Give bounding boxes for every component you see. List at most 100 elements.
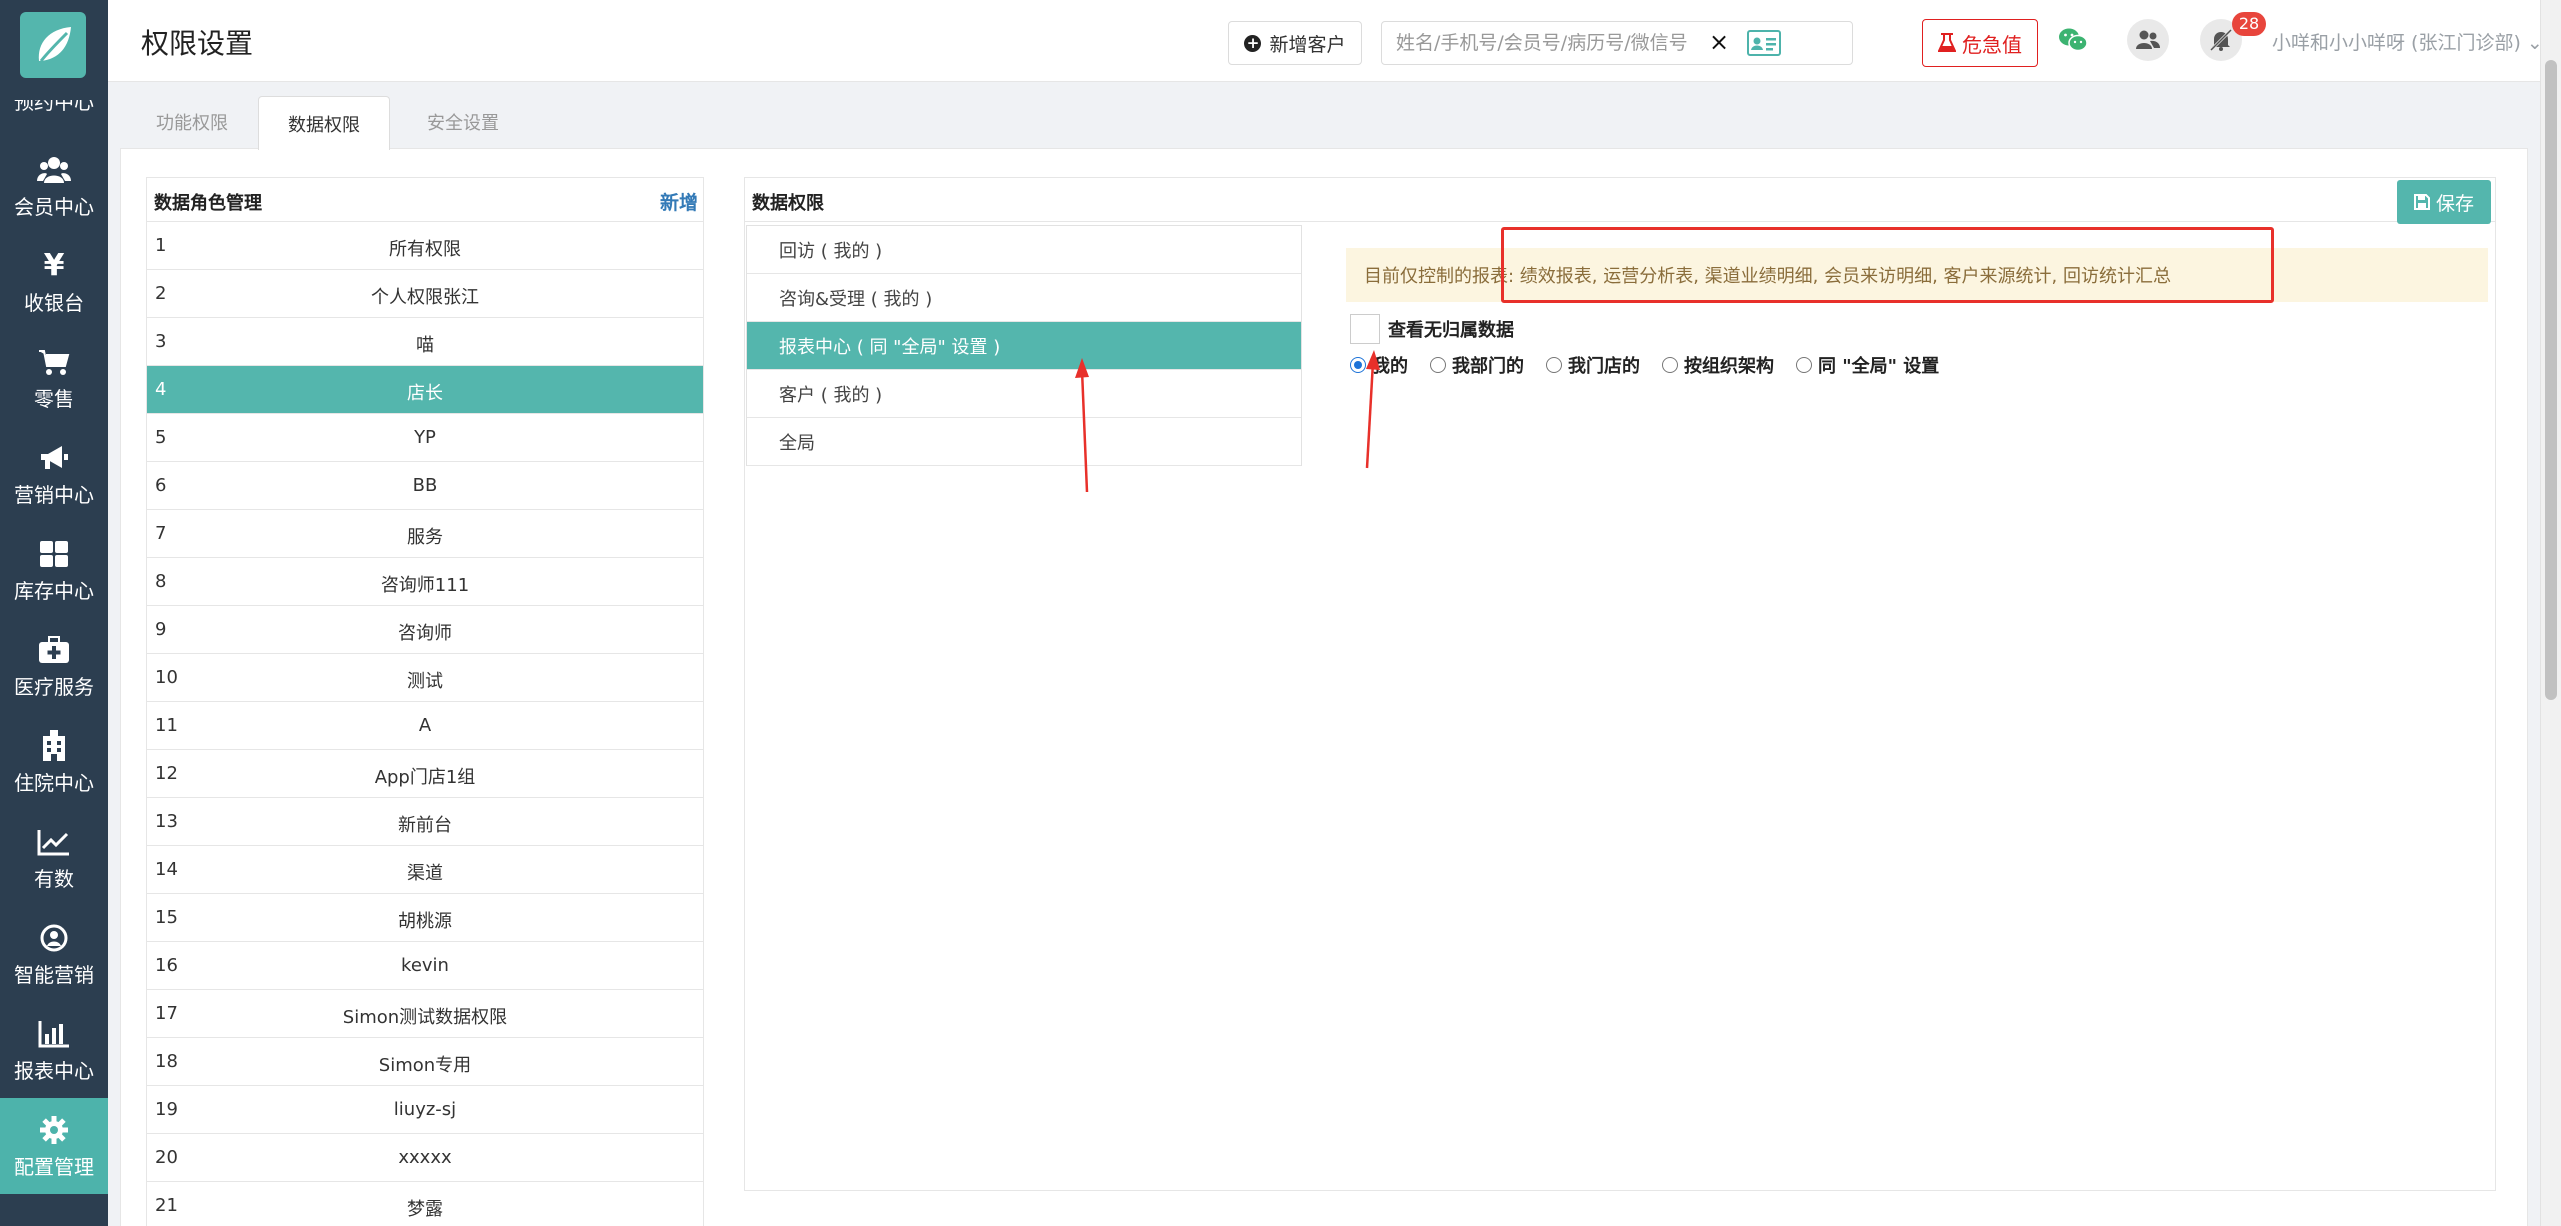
role-number: 4 (155, 379, 167, 400)
role-row[interactable]: 21 梦露 (147, 1182, 703, 1226)
radio-label: 按组织架构 (1684, 356, 1774, 377)
scope-radio-option[interactable]: 我部门的 (1430, 352, 1524, 378)
role-row[interactable]: 16 kevin (147, 942, 703, 990)
flask-icon (1938, 33, 1956, 52)
sidebar: 预约中心 会员中心 ¥ 收银台 零售 营销中心 库存中心 医疗服务 住院中心 有… (0, 0, 108, 1226)
medkit-icon (38, 633, 70, 667)
role-number: 14 (155, 859, 178, 880)
role-number: 8 (155, 571, 167, 592)
scope-radio-option[interactable]: 同 "全局" 设置 (1796, 352, 1939, 378)
radio-dot[interactable] (1430, 357, 1446, 373)
sidebar-item-medical[interactable]: 医疗服务 (0, 618, 108, 714)
role-number: 12 (155, 763, 178, 784)
role-row[interactable]: 20 xxxxx (147, 1134, 703, 1182)
scrollbar-thumb[interactable] (2545, 60, 2557, 700)
role-name: 服务 (407, 527, 443, 548)
wechat-icon[interactable] (2058, 26, 2088, 58)
role-row[interactable]: 9 咨询师 (147, 606, 703, 654)
role-number: 3 (155, 331, 167, 352)
line-chart-icon (37, 825, 71, 859)
role-row[interactable]: 8 咨询师111 (147, 558, 703, 606)
page-scrollbar[interactable] (2540, 0, 2561, 1226)
role-name: A (418, 715, 432, 736)
gear-icon (39, 1113, 69, 1147)
radio-dot[interactable] (1350, 357, 1366, 373)
role-number: 15 (155, 907, 178, 928)
radio-dot[interactable] (1662, 357, 1678, 373)
app-logo[interactable] (20, 12, 86, 78)
permission-module-item[interactable]: 全局 (747, 418, 1301, 466)
sidebar-item-retail[interactable]: 零售 (0, 330, 108, 426)
role-name: 所有权限 (389, 239, 461, 260)
role-row[interactable]: 7 服务 (147, 510, 703, 558)
user-group-button[interactable] (2127, 19, 2169, 61)
role-row[interactable]: 1 所有权限 (147, 222, 703, 270)
role-row[interactable]: 13 新前台 (147, 798, 703, 846)
page-title: 权限设置 (141, 27, 254, 60)
permission-module-item[interactable]: 报表中心 ( 同 "全局" 设置 ) (747, 322, 1301, 370)
search-input[interactable] (1382, 22, 1732, 64)
add-role-link[interactable]: 新增 (660, 188, 698, 215)
role-row[interactable]: 18 Simon专用 (147, 1038, 703, 1086)
notification-badge: 28 (2232, 12, 2266, 36)
radio-dot[interactable] (1796, 357, 1812, 373)
permission-module-item[interactable]: 咨询&受理 ( 我的 ) (747, 274, 1301, 322)
sidebar-item-cashier[interactable]: ¥ 收银台 (0, 234, 108, 330)
sidebar-item-inventory[interactable]: 库存中心 (0, 522, 108, 618)
radio-label: 我部门的 (1452, 356, 1524, 377)
tab-function-permissions[interactable]: 功能权限 (140, 96, 244, 148)
sidebar-item-inpatient[interactable]: 住院中心 (0, 714, 108, 810)
role-row[interactable]: 14 渠道 (147, 846, 703, 894)
save-button[interactable]: 保存 (2397, 180, 2491, 224)
sidebar-item-appointment[interactable]: 预约中心 (0, 100, 108, 128)
bar-chart-icon (38, 1017, 70, 1051)
role-row[interactable]: 10 测试 (147, 654, 703, 702)
grid-icon (39, 537, 69, 571)
permission-module-item[interactable]: 回访 ( 我的 ) (747, 226, 1301, 274)
unassigned-data-checkbox[interactable] (1350, 314, 1380, 344)
role-row[interactable]: 12 App门店1组 (147, 750, 703, 798)
role-name: App门店1组 (374, 767, 476, 788)
scope-radio-option[interactable]: 我门店的 (1546, 352, 1640, 378)
role-name: YP (414, 427, 436, 448)
role-row[interactable]: 2 个人权限张江 (147, 270, 703, 318)
role-row[interactable]: 3喵 (147, 318, 703, 366)
new-customer-button[interactable]: + 新增客户 (1228, 21, 1362, 65)
role-number: 9 (155, 619, 167, 640)
tab-security-settings[interactable]: 安全设置 (408, 96, 518, 148)
role-number: 21 (155, 1195, 178, 1216)
role-number: 10 (155, 667, 178, 688)
scope-radio-option[interactable]: 按组织架构 (1662, 352, 1774, 378)
role-row[interactable]: 4 店长 (147, 366, 703, 414)
role-row[interactable]: 15 胡桃源 (147, 894, 703, 942)
unassigned-data-checkbox-row[interactable]: 查看无归属数据 (1350, 314, 1514, 344)
role-name: kevin (401, 955, 449, 976)
user-menu[interactable]: 小咩和小小咩呀 (张江门诊部) ⌄ (2272, 28, 2543, 55)
role-row[interactable]: 19 liuyz-sj (147, 1086, 703, 1134)
radio-dot[interactable] (1546, 357, 1562, 373)
role-row[interactable]: 17 Simon测试数据权限 (147, 990, 703, 1038)
role-row[interactable]: 6 BB (147, 462, 703, 510)
sidebar-item-config[interactable]: 配置管理 (0, 1098, 108, 1194)
data-panel-header: 数据权限 保存 (745, 178, 2495, 224)
role-row[interactable]: 5 YP (147, 414, 703, 462)
sidebar-item-marketing[interactable]: 营销中心 (0, 426, 108, 522)
emergency-value-button[interactable]: 危急值 (1922, 19, 2038, 67)
sidebar-item-insights[interactable]: 有数 (0, 810, 108, 906)
radio-label: 我的 (1372, 356, 1408, 377)
role-name: 渠道 (407, 863, 443, 884)
tab-data-permissions[interactable]: 数据权限 (258, 96, 390, 150)
clear-search-icon[interactable]: × (1709, 30, 1729, 54)
role-row[interactable]: 11 A (147, 702, 703, 750)
permission-module-item[interactable]: 客户 ( 我的 ) (747, 370, 1301, 418)
sidebar-item-member-center[interactable]: 会员中心 (0, 138, 108, 234)
id-card-button[interactable] (1740, 21, 1788, 65)
sidebar-item-smart-marketing[interactable]: 智能营销 (0, 906, 108, 1002)
scope-radio-option[interactable]: 我的 (1350, 352, 1408, 378)
role-number: 5 (155, 427, 167, 448)
users-icon (37, 153, 71, 187)
role-number: 11 (155, 715, 178, 736)
role-name: BB (412, 475, 438, 496)
role-name: liuyz-sj (393, 1099, 457, 1120)
sidebar-item-reports[interactable]: 报表中心 (0, 1002, 108, 1098)
